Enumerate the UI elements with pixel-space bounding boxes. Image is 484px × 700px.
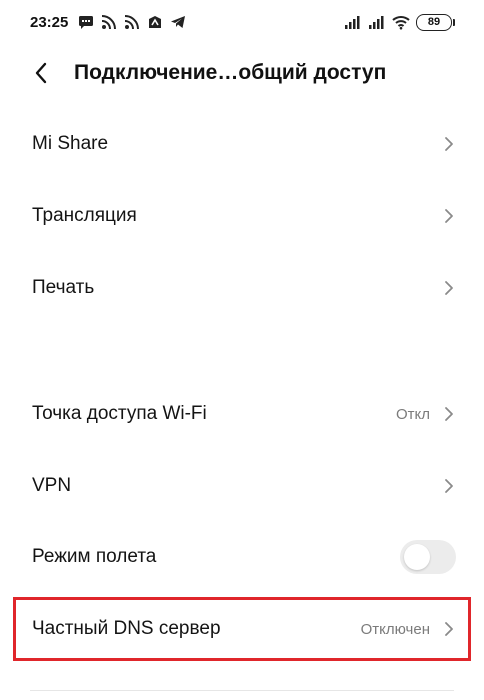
message-icon [78, 14, 94, 30]
setting-row-broadcast[interactable]: Трансляция [0, 180, 484, 252]
airplane-mode-toggle[interactable] [400, 540, 456, 574]
rss-icon [101, 14, 117, 30]
chevron-right-icon [445, 407, 453, 421]
toggle-knob [404, 544, 430, 570]
setting-value: Отключен [360, 620, 430, 638]
status-bar-left: 23:25 [30, 14, 186, 31]
setting-row-airplane-mode: Режим полета [0, 521, 484, 593]
signal-bars-icon [344, 14, 360, 30]
chevron-right-icon [445, 281, 453, 295]
page-header: Подключение…общий доступ [0, 44, 484, 102]
setting-row-wifi-hotspot[interactable]: Точка доступа Wi-Fi Откл [0, 378, 484, 450]
status-bar: 23:25 89 [0, 0, 484, 44]
setting-row-private-dns[interactable]: Частный DNS сервер Отключен [0, 593, 484, 665]
setting-row-printing[interactable]: Печать [0, 252, 484, 324]
status-bar-right: 89 [344, 13, 455, 31]
feed-app-icon [147, 14, 163, 30]
setting-label: Печать [32, 277, 95, 298]
setting-row-vpn[interactable]: VPN [0, 450, 484, 522]
chevron-right-icon [445, 622, 453, 636]
setting-row-mi-share[interactable]: Mi Share [0, 108, 484, 180]
telegram-icon [170, 14, 186, 30]
chevron-right-icon [445, 479, 453, 493]
setting-label: Частный DNS сервер [32, 618, 221, 639]
setting-label: Режим полета [32, 546, 157, 567]
page-title: Подключение…общий доступ [74, 61, 387, 84]
rss-icon [124, 14, 140, 30]
back-button[interactable] [30, 62, 52, 84]
status-time: 23:25 [30, 13, 69, 31]
battery-indicator: 89 [416, 13, 455, 31]
setting-label: Mi Share [32, 133, 109, 154]
wifi-icon [392, 14, 410, 30]
setting-label: Трансляция [32, 205, 137, 226]
signal-bars-icon [368, 14, 384, 30]
divider [30, 690, 454, 691]
chevron-left-icon [35, 62, 47, 84]
setting-value: Откл [395, 405, 430, 423]
setting-label: Точка доступа Wi-Fi [32, 403, 207, 424]
chevron-right-icon [445, 209, 453, 223]
setting-label: VPN [32, 475, 72, 496]
chevron-right-icon [445, 137, 453, 151]
